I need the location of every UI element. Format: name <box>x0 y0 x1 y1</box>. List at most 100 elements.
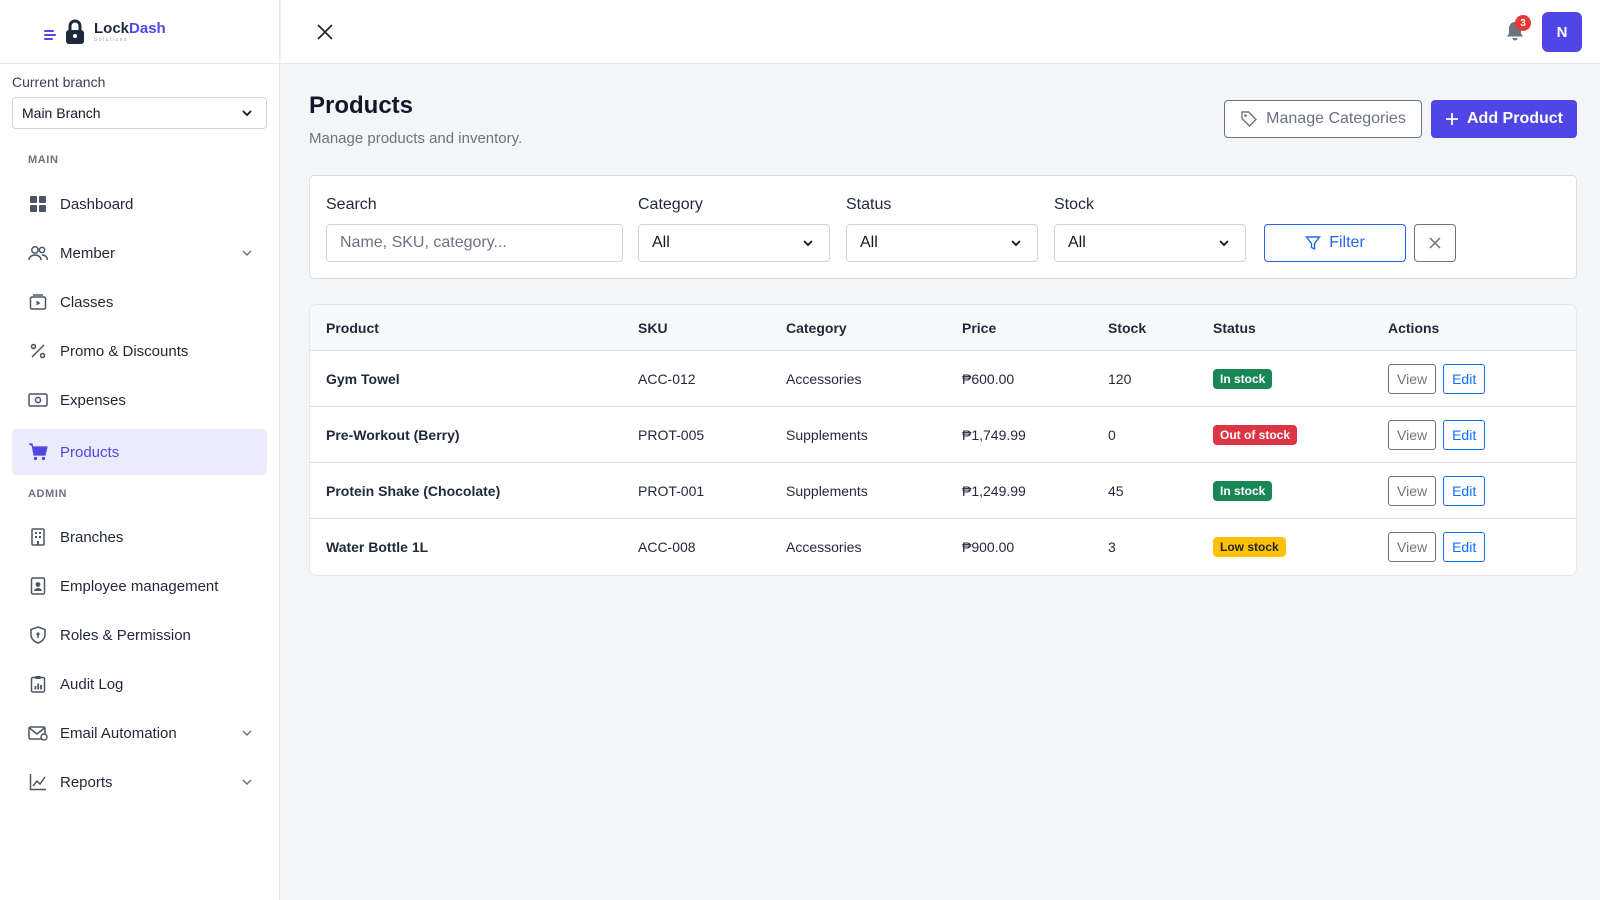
status-select-value: All <box>860 234 878 251</box>
sidebar-item-label: Member <box>60 244 116 262</box>
table-header: Product SKU Category Price Stock Status … <box>310 305 1576 351</box>
sidebar-item-promo[interactable]: Promo & Discounts <box>12 328 267 374</box>
product-name: Pre-Workout (Berry) <box>326 426 460 443</box>
sidebar-item-expenses[interactable]: Expenses <box>12 377 267 423</box>
sidebar-item-employee-management[interactable]: Employee management <box>12 563 267 609</box>
edit-button[interactable]: Edit <box>1443 419 1486 450</box>
sidebar-item-label: Roles & Permission <box>60 626 191 644</box>
edit-button[interactable]: Edit <box>1443 475 1486 506</box>
actions-cell: View Edit <box>1388 351 1486 406</box>
status-badge: In stock <box>1213 368 1273 389</box>
search-label: Search <box>326 196 377 213</box>
column-header-status: Status <box>1213 319 1256 336</box>
stock-select-value: All <box>1068 234 1086 251</box>
edit-button[interactable]: Edit <box>1443 363 1486 394</box>
status-cell: In stock <box>1213 351 1273 406</box>
sidebar-item-products[interactable]: Products <box>12 429 267 475</box>
table-row: Protein Shake (Chocolate) PROT-001 Suppl… <box>310 463 1576 519</box>
sidebar-item-member[interactable]: Member <box>12 230 267 276</box>
product-sku: PROT-001 <box>638 482 705 499</box>
filter-button[interactable]: Filter <box>1264 224 1406 262</box>
sidebar-item-label: Classes <box>60 293 114 311</box>
view-button[interactable]: View <box>1388 419 1437 450</box>
lock-icon <box>66 19 84 44</box>
sidebar-item-classes[interactable]: Classes <box>12 279 267 325</box>
sidebar-item-label: Expenses <box>60 391 126 409</box>
line-chart-icon <box>28 772 48 792</box>
sidebar-item-label: Branches <box>60 528 124 546</box>
section-label-main: MAIN <box>28 154 59 166</box>
status-select[interactable]: All <box>846 224 1038 262</box>
funnel-icon <box>1305 236 1322 251</box>
product-price: ₱900.00 <box>962 539 1015 555</box>
view-button[interactable]: View <box>1388 532 1437 562</box>
chevron-down-icon <box>242 250 252 257</box>
add-product-button[interactable]: Add Product <box>1431 100 1577 138</box>
chevron-down-icon <box>1011 240 1021 247</box>
column-header-category: Category <box>786 319 847 336</box>
sidebar-item-label: Products <box>60 443 120 461</box>
sidebar-item-label: Email Automation <box>60 724 177 742</box>
id-badge-icon <box>28 576 48 596</box>
building-icon <box>28 527 48 547</box>
stock-label: Stock <box>1054 196 1095 213</box>
view-button[interactable]: View <box>1388 475 1437 506</box>
category-select[interactable]: All <box>638 224 830 262</box>
product-price: ₱1,749.99 <box>962 426 1026 443</box>
table-row: Water Bottle 1L ACC-008 Accessories ₱900… <box>310 519 1576 575</box>
sidebar-item-audit-log[interactable]: Audit Log <box>12 661 267 707</box>
products-table: Product SKU Category Price Stock Status … <box>309 304 1577 576</box>
clear-filters-button[interactable] <box>1414 224 1456 262</box>
menu-toggle-icon[interactable] <box>44 29 56 40</box>
product-sku: ACC-012 <box>638 370 696 387</box>
status-badge: Low stock <box>1213 537 1286 557</box>
chevron-down-icon <box>242 779 252 786</box>
brand-logo[interactable]: LockDash Solutions <box>0 0 279 64</box>
sidebar-item-roles-permission[interactable]: Roles & Permission <box>12 612 267 658</box>
edit-button[interactable]: Edit <box>1443 532 1486 562</box>
status-badge: In stock <box>1213 480 1273 501</box>
column-header-product: Product <box>326 319 379 336</box>
close-icon <box>1429 237 1441 249</box>
topbar: 3 N <box>281 0 1600 64</box>
product-category: Supplements <box>786 426 868 443</box>
status-badge: Out of stock <box>1213 424 1298 445</box>
status-cell: Low stock <box>1213 519 1286 575</box>
add-product-label: Add Product <box>1467 110 1563 127</box>
sidebar-item-label: Employee management <box>60 577 219 595</box>
cart-icon <box>28 442 48 462</box>
product-price: ₱1,249.99 <box>962 482 1026 499</box>
column-header-actions: Actions <box>1388 319 1440 336</box>
stock-select[interactable]: All <box>1054 224 1246 262</box>
category-label: Category <box>638 196 703 213</box>
product-name: Protein Shake (Chocolate) <box>326 482 501 499</box>
view-button[interactable]: View <box>1388 363 1437 394</box>
clipboard-chart-icon <box>28 674 48 694</box>
close-sidebar-icon[interactable] <box>313 20 337 44</box>
page-subtitle: Manage products and inventory. <box>309 130 523 147</box>
sidebar-item-label: Audit Log <box>60 675 124 693</box>
status-cell: Out of stock <box>1213 407 1298 462</box>
sidebar: LockDash Solutions Current branch Main B… <box>0 0 280 900</box>
product-stock: 3 <box>1108 539 1116 555</box>
branch-select[interactable]: Main Branch <box>12 97 267 129</box>
chevron-down-icon <box>242 730 252 737</box>
actions-cell: View Edit <box>1388 519 1486 575</box>
search-placeholder: Name, SKU, category... <box>340 234 507 251</box>
manage-categories-button[interactable]: Manage Categories <box>1224 100 1422 138</box>
avatar[interactable]: N <box>1542 12 1582 52</box>
sidebar-item-email-automation[interactable]: Email Automation <box>12 710 267 756</box>
sidebar-item-dashboard[interactable]: Dashboard <box>12 181 267 227</box>
sidebar-item-branches[interactable]: Branches <box>12 514 267 560</box>
product-category: Supplements <box>786 482 868 499</box>
search-input[interactable]: Name, SKU, category... <box>326 224 623 262</box>
filter-panel: Search Name, SKU, category... Category A… <box>309 175 1577 279</box>
sidebar-item-reports[interactable]: Reports <box>12 759 267 805</box>
column-header-sku: SKU <box>638 319 668 336</box>
sidebar-item-label: Dashboard <box>60 195 134 213</box>
column-header-stock: Stock <box>1108 319 1147 336</box>
chevron-down-icon <box>242 110 252 117</box>
brand-subtitle: Solutions <box>94 36 129 43</box>
sidebar-item-label: Reports <box>60 773 113 791</box>
branch-label: Current branch <box>12 74 106 90</box>
